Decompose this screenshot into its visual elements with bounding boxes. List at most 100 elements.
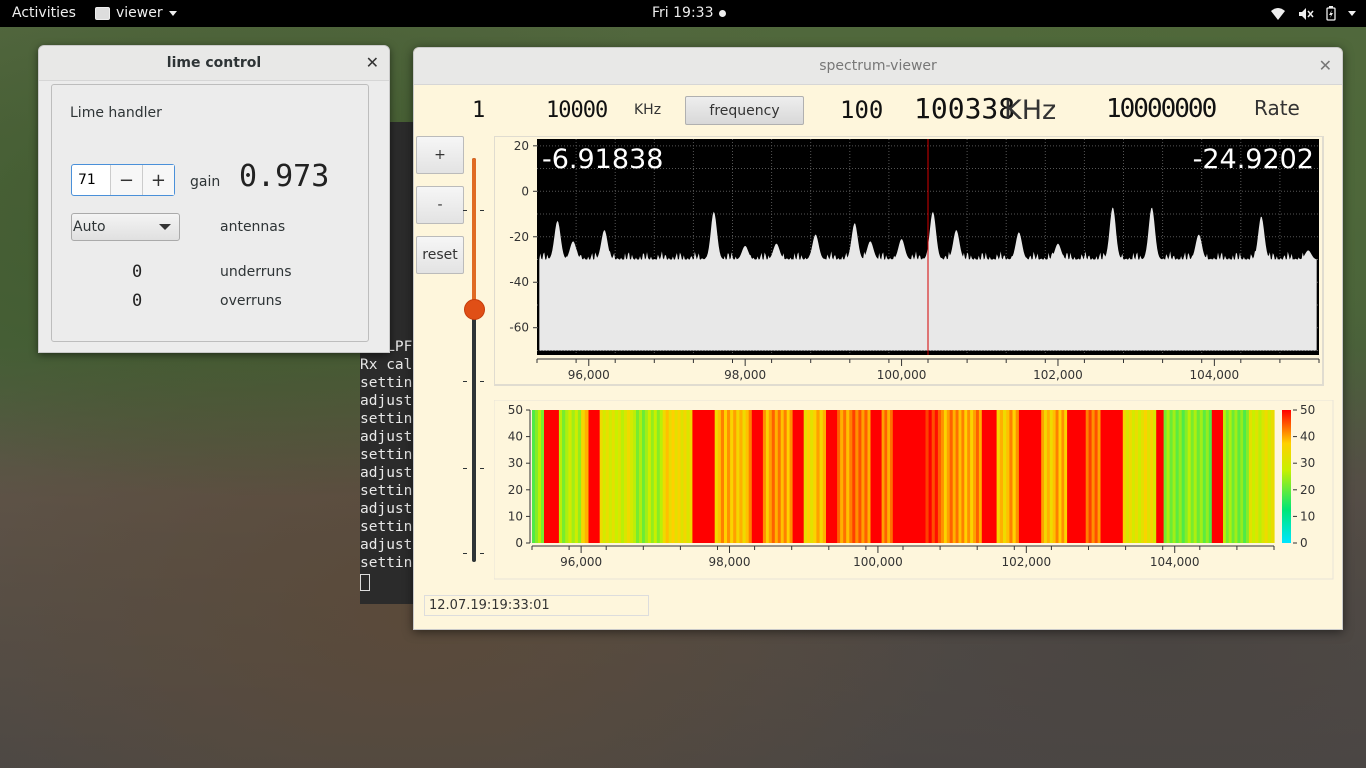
khz-small-label: KHz [634, 102, 662, 118]
colorbar-tick-label: 30 [1300, 456, 1315, 470]
y-tick-label: 0 [515, 536, 523, 550]
underruns-label: underruns [220, 264, 292, 280]
close-icon[interactable]: ✕ [366, 53, 379, 72]
system-menu-chevron-icon [1348, 11, 1356, 16]
terminal-cursor [360, 574, 370, 591]
lcd-offset-display: 100 [840, 96, 884, 124]
colorbar-tick-label: 20 [1300, 483, 1315, 497]
x-tick-label: 104,000 [1150, 555, 1200, 569]
terminal-line: adjust [360, 537, 413, 553]
waterfall-column [630, 410, 634, 543]
colorbar-tick-label: 10 [1300, 509, 1315, 523]
y-tick-label: 20 [514, 139, 529, 153]
waterfall-column [855, 410, 859, 543]
colorbar [1282, 410, 1291, 543]
antenna-select[interactable]: Auto [71, 213, 180, 241]
gain-increment-button[interactable]: + [141, 165, 174, 195]
x-tick-label: 104,000 [1190, 368, 1240, 382]
waterfall-plot[interactable]: 50 40 30 20 10 0 96,000 98,000 100,000 102,000 10… [494, 400, 1334, 580]
volume-muted-icon [1299, 7, 1314, 20]
x-tick-label: 98,000 [724, 368, 766, 382]
app-menu-label: viewer [116, 5, 163, 21]
chevron-down-icon [168, 10, 177, 16]
notification-dot-icon [719, 10, 726, 17]
clock[interactable]: Fri 19:33 [652, 5, 713, 21]
antenna-select-value: Auto [73, 219, 106, 235]
lime-titlebar[interactable]: lime control ✕ [39, 46, 389, 81]
slider-tick [480, 553, 484, 554]
level-left-readout: -6.91838 [542, 144, 663, 175]
reset-button[interactable]: reset [416, 236, 464, 274]
y-tick-label: 50 [508, 403, 523, 417]
slider-tick [480, 381, 484, 382]
wifi-icon [1271, 7, 1285, 20]
colorbar-axis: 50 40 30 20 10 0 [1293, 403, 1315, 550]
rate-label: Rate [1254, 96, 1300, 120]
waterfall-column [1196, 410, 1201, 543]
waterfall-columns [532, 410, 1275, 543]
y-tick-label: 20 [508, 483, 523, 497]
waterfall-x-axis: 96,000 98,000 100,000 102,000 104,000 [531, 545, 1275, 569]
level-right-readout: -24.9202 [1193, 144, 1314, 175]
system-tray[interactable] [1270, 6, 1356, 21]
level-slider-fill [472, 158, 476, 309]
waterfall-column [1153, 410, 1157, 543]
zoom-in-button[interactable]: + [416, 136, 464, 174]
y-tick-label: -40 [509, 275, 529, 289]
y-tick-label: 30 [508, 456, 523, 470]
x-tick-label: 100,000 [877, 368, 927, 382]
group-title: Lime handler [70, 105, 162, 121]
spectrum-viewer-window: spectrum-viewer ✕ 1 10000 KHz frequency … [413, 47, 1343, 630]
x-tick-label: 96,000 [560, 555, 602, 569]
lcd-step-display: 1 [472, 98, 486, 123]
terminal-line: adjust [360, 465, 413, 481]
overruns-lcd: 0 [132, 291, 143, 311]
slider-tick [480, 210, 484, 211]
waterfall-column [1175, 410, 1180, 543]
zoom-out-button[interactable]: - [416, 186, 464, 224]
overruns-label: overruns [220, 293, 282, 309]
waterfall-column [1156, 410, 1161, 543]
waterfall-column [840, 410, 844, 543]
dropdown-arrow-icon [159, 224, 171, 230]
terminal-line: adjust [360, 429, 413, 445]
spectrum-titlebar[interactable]: spectrum-viewer ✕ [414, 48, 1342, 85]
gain-lcd: 0.973 [239, 159, 330, 194]
waterfall-column [1270, 410, 1275, 543]
x-tick-label: 96,000 [568, 368, 610, 382]
gain-decrement-button[interactable]: − [109, 165, 142, 195]
lcd-span-display: 10000 [546, 98, 608, 123]
x-tick-label: 102,000 [1033, 368, 1083, 382]
spectrum-plot[interactable]: 20 0 -20 -40 -60 96,000 98,000 100,000 102,000 1… [494, 136, 1324, 386]
gain-input[interactable]: 71 [72, 165, 110, 195]
terminal-line: settin [360, 411, 413, 427]
waterfall-y-axis: 50 40 30 20 10 0 [508, 403, 531, 550]
waterfall-column [1144, 410, 1148, 543]
top-bar: Activities viewer Fri 19:33 [0, 0, 1366, 27]
waterfall-column [1258, 410, 1262, 543]
lcd-frequency-display: 100338 [914, 92, 1016, 125]
frequency-button[interactable]: frequency [685, 96, 804, 125]
antennas-label: antennas [220, 219, 286, 235]
level-slider-handle[interactable] [464, 299, 485, 320]
app-menu[interactable]: viewer [95, 5, 177, 21]
y-axis: 20 0 -20 -40 -60 [509, 139, 537, 335]
waterfall-column [581, 410, 586, 543]
slider-tick [463, 381, 467, 382]
activities-button[interactable]: Activities [12, 5, 76, 21]
y-tick-label: 40 [508, 430, 523, 444]
colorbar-tick-label: 50 [1300, 403, 1315, 417]
gain-spinbutton[interactable]: 71 − + [71, 164, 175, 196]
close-icon[interactable]: ✕ [1319, 56, 1332, 75]
colorbar-tick-label: 40 [1300, 430, 1315, 444]
waterfall-column [614, 410, 619, 543]
y-tick-label: 10 [508, 509, 523, 523]
lime-window-title: lime control [166, 55, 262, 71]
slider-tick [463, 210, 467, 211]
waterfall-column [864, 410, 868, 543]
spectrum-window-title: spectrum-viewer [819, 58, 937, 74]
x-tick-label: 98,000 [709, 555, 751, 569]
terminal-line: settin [360, 555, 413, 571]
gain-label: gain [190, 174, 221, 190]
slider-tick [463, 553, 467, 554]
